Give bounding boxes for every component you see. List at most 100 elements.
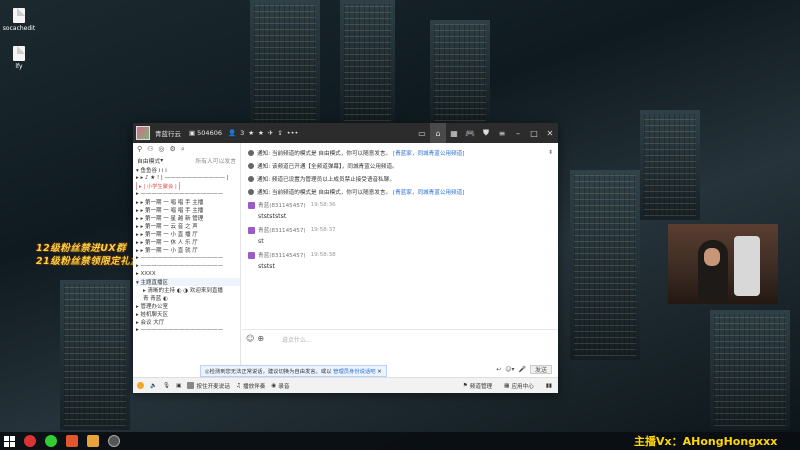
app-icon[interactable]	[108, 435, 120, 447]
level-badge-icon	[248, 201, 255, 209]
group-icon[interactable]: ⚇	[147, 145, 153, 153]
sender-name[interactable]: 青蓝(831145457)	[258, 251, 306, 259]
emoji-icon[interactable]: ☺	[246, 334, 254, 343]
level-badge-icon	[248, 226, 255, 234]
message-area[interactable]: ⬍ 通知: 当前频道的模式是 自由模式，你可以随意发言。 [青蓝家，同城青蓝公用…	[242, 143, 558, 329]
apps-icon: ▦	[504, 382, 510, 389]
info-icon	[248, 188, 254, 195]
mode-bar: 自由模式 ▾ 所有人可以发言	[133, 155, 240, 166]
channel-item[interactable]: ▸ ———————————————	[136, 190, 240, 198]
user-message: 青蓝(831145457) 19:58:38 ststst	[248, 251, 552, 270]
system-message: 通知: 当前频道的模式是 自由模式，你可以随意发言。 [青蓝家，同城青蓝公用频道…	[248, 149, 552, 157]
notice-text: 该频道已开通【全频道弹幕】，同城青蓝公用频道。	[271, 164, 398, 170]
accompaniment[interactable]: ♫ 播放伴奏	[236, 382, 265, 390]
channel-item[interactable]: ▸ 娃机聊天区	[136, 310, 240, 318]
info-icon	[248, 175, 254, 182]
search-icon[interactable]: ⌕	[181, 145, 185, 154]
channel-item[interactable]: ▸ ▸ 第一期 一 唱 唱 手 主播	[136, 206, 240, 214]
room-id: ▣ 504606	[189, 129, 222, 137]
channel-avatar[interactable]	[136, 126, 150, 140]
channel-item[interactable]: ▸ ———————————————	[136, 326, 240, 334]
home-icon[interactable]: ⌂	[430, 123, 446, 143]
bg-building	[640, 110, 700, 220]
mode-select[interactable]: 自由模式	[137, 156, 160, 165]
record-label: 录音	[278, 383, 290, 390]
video-icon[interactable]: ▣	[176, 383, 181, 389]
app-icon[interactable]	[45, 435, 57, 447]
mic-icon[interactable]: 🎙	[163, 383, 170, 389]
close-icon[interactable]: ✕	[542, 123, 558, 143]
send-button[interactable]: 发送	[529, 365, 552, 374]
app-icon[interactable]	[66, 435, 78, 447]
notice-link[interactable]: [青蓝家，同城青蓝公用频道]	[393, 190, 465, 196]
channel-item-label: ▸ | 小学生聚会 |	[136, 182, 180, 190]
message-input[interactable]: 说点什么...	[282, 335, 312, 344]
room-id-text: 504606	[197, 129, 222, 137]
channel-item[interactable]: ▸ | 小学生聚会 |	[136, 182, 240, 190]
image-icon[interactable]: ⊕	[257, 334, 264, 343]
menu-icon[interactable]: ≡	[494, 123, 510, 143]
app-icon[interactable]	[87, 435, 99, 447]
plane-icon[interactable]: ✈	[268, 129, 273, 137]
avatar[interactable]	[137, 382, 144, 389]
user-icon: 👤	[227, 129, 237, 137]
channel-item[interactable]: ▾ 主题直播区	[136, 278, 240, 286]
sender-name[interactable]: 青蓝(831145457)	[258, 226, 306, 234]
shirt-icon[interactable]: ⛊	[478, 123, 494, 143]
location-icon[interactable]: ◎	[158, 145, 164, 153]
sender-name[interactable]: 青蓝(831145457)	[258, 201, 306, 209]
channel-item[interactable]: ▸ ▸ 第一期 一 唱 唱 手 主播	[136, 198, 240, 206]
channel-item[interactable]: ▸ ▸ 第一期 一 小 直 就 厅	[136, 246, 240, 254]
push-to-talk-label: 按住开麦说话	[196, 383, 230, 390]
channel-item[interactable]: ▸ ———————————————	[136, 262, 240, 270]
desktop-icon[interactable]: socachedit	[2, 8, 36, 32]
gamepad-icon[interactable]: 🎮	[462, 123, 478, 143]
maximize-icon[interactable]: □	[526, 123, 542, 143]
star-icon[interactable]: ★	[248, 129, 254, 137]
smiley-icon[interactable]: ☺▾	[505, 366, 514, 373]
chevron-down-icon[interactable]: ▾	[160, 158, 163, 164]
channel-item[interactable]: ▸ XXXX	[136, 270, 240, 278]
minimize-icon[interactable]: –	[510, 123, 526, 143]
system-message: 通知: 该频道已开通【全频道弹幕】，同城青蓝公用频道。	[248, 162, 552, 170]
channel-item[interactable]: ▸ 会议 大厅	[136, 318, 240, 326]
channel-item[interactable]: ▸ ▸ 第一期 一 云 音 之 声	[136, 222, 240, 230]
id-icon: ▣	[189, 129, 196, 137]
user-message: 青蓝(831145457) 19:58:36 ststststst	[248, 201, 552, 220]
settings-icon[interactable]: ⚙	[170, 145, 176, 153]
title-bar[interactable]: 青蓝行云 ▣ 504606 👤 3 ★ ★ ✈ ⇪ ••• ▭ ⌂ ▦ 🎮 ⛊ …	[133, 123, 558, 143]
message-text: ststststst	[258, 213, 287, 220]
record[interactable]: ◉ 录音	[271, 382, 289, 390]
channel-manage[interactable]: ⚑ 频道管理	[463, 382, 492, 390]
share-icon[interactable]: ⇪	[277, 129, 282, 137]
push-to-talk[interactable]: 按住开麦说话	[187, 382, 230, 390]
desktop-icon[interactable]: lfy	[2, 46, 36, 70]
message-time: 19:58:38	[310, 252, 336, 258]
more-icon[interactable]: •••	[287, 129, 299, 137]
channel-item-label: ▸ 会议 大厅	[136, 320, 165, 326]
channel-item[interactable]: ▸ ▸ 第一期 一 星 越 新 管理	[136, 214, 240, 222]
scroll-icon[interactable]: ⬍	[548, 149, 553, 156]
speaker-icon[interactable]: 🔈	[150, 383, 157, 389]
mic-icon[interactable]: 🎤	[519, 366, 526, 373]
notice-link[interactable]: [青蓝家，同城青蓝公用频道]	[393, 151, 465, 157]
app-icon[interactable]	[24, 435, 36, 447]
channel-item[interactable]: 青 青蓝 ◐	[136, 294, 240, 302]
app-center[interactable]: ▦ 应用中心	[504, 382, 534, 390]
close-icon[interactable]: ✕	[377, 369, 381, 375]
grid-icon[interactable]: ▦	[446, 123, 462, 143]
windows-start-icon[interactable]	[4, 435, 15, 447]
undo-icon[interactable]: ↩	[496, 366, 501, 373]
channel-item[interactable]: ▸ ▸ ♪ ★ ! | ——————————— |	[136, 174, 240, 182]
screen-icon[interactable]: ▭	[414, 123, 430, 143]
channel-item[interactable]: ▸ 管理办公室	[136, 302, 240, 310]
channel-item[interactable]: ▸ ▸ 第一期 一 休 人 乐 厅	[136, 238, 240, 246]
channel-item[interactable]: ▸ ▸ 第一期 一 小 直 播 厅	[136, 230, 240, 238]
notice-prefix: 通知:	[257, 164, 271, 170]
star-icon[interactable]: ★	[258, 129, 264, 137]
channel-item[interactable]: ▸ 清晰的主持 ◐ ◑ 欢迎来到直播	[136, 286, 240, 294]
tooltip-link[interactable]: 管理员身份说话吧	[333, 369, 375, 375]
person-icon[interactable]: ⚲	[137, 145, 142, 153]
channel-item[interactable]: ▸ ———————————————	[136, 254, 240, 262]
channel-item[interactable]: ▾ 鱼鱼谷 i i i	[136, 166, 240, 174]
